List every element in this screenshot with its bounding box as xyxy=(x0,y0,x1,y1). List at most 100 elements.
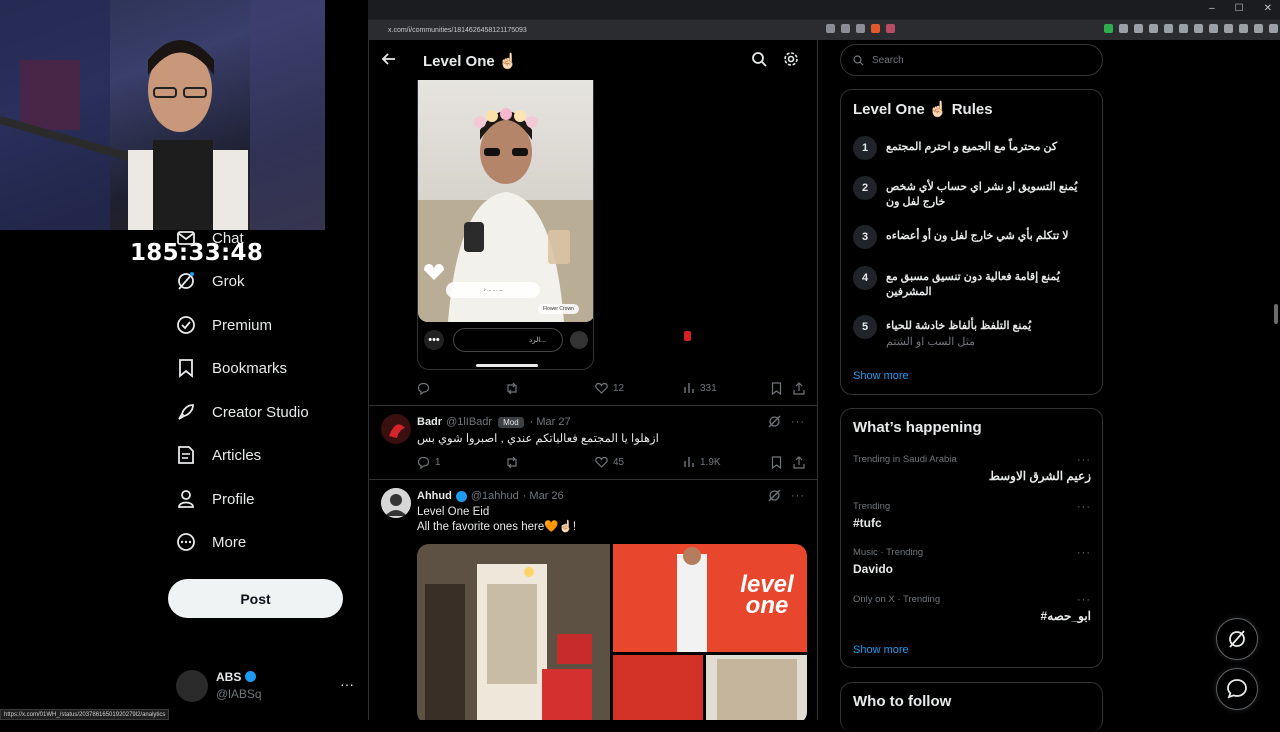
happening-show-more[interactable]: Show more xyxy=(853,644,909,656)
grok-fab[interactable] xyxy=(1216,618,1258,660)
author-name[interactable]: Badr xyxy=(417,416,442,428)
brave-shield-icon[interactable] xyxy=(871,24,880,33)
post-more-icon[interactable]: ··· xyxy=(791,490,805,502)
heart-icon xyxy=(595,456,608,468)
nav-more[interactable]: More xyxy=(176,528,246,556)
brave-rewards-icon[interactable] xyxy=(886,24,895,33)
author-handle[interactable]: @1lIBadr xyxy=(446,416,492,428)
nav-articles[interactable]: Articles xyxy=(176,441,261,469)
messages-fab[interactable] xyxy=(1216,668,1258,710)
address-bar[interactable]: x.com/i/communities/1814626458121175093 xyxy=(368,20,1280,40)
like-button[interactable]: 45 xyxy=(595,456,624,468)
cast-icon[interactable] xyxy=(826,24,835,33)
account-switcher[interactable]: ABS @lABSq ··· xyxy=(176,668,356,704)
page-scrollbar[interactable] xyxy=(1274,304,1278,324)
back-arrow-icon[interactable] xyxy=(381,51,397,67)
share-button[interactable] xyxy=(793,456,805,469)
close-window-button[interactable]: ✕ xyxy=(1264,3,1272,14)
extension-icon[interactable] xyxy=(1179,24,1188,33)
bookmark-icon xyxy=(771,456,782,469)
more-circle-icon xyxy=(176,532,196,552)
heart-icon xyxy=(595,382,608,394)
avatar[interactable] xyxy=(381,488,411,518)
trend-item[interactable]: Trending in Saudi Arabia زعيم الشرق الاو… xyxy=(853,454,1091,483)
nav-profile[interactable]: Profile xyxy=(176,485,255,513)
trend-item[interactable]: Trending #tufc ··· xyxy=(853,501,1091,530)
search-placeholder: Search xyxy=(872,54,904,66)
post-date[interactable]: · Mar 26 xyxy=(523,490,564,502)
url-text[interactable]: x.com/i/communities/1814626458121175093 xyxy=(388,27,527,34)
address-bar-icons xyxy=(826,24,895,33)
minimize-button[interactable]: – xyxy=(1209,3,1215,14)
nav-creator-studio[interactable]: Creator Studio xyxy=(176,398,309,426)
extension-icon[interactable] xyxy=(1164,24,1173,33)
post-media-grid[interactable]: level one xyxy=(417,544,807,720)
post-actions: 1 45 1.9K xyxy=(417,456,807,474)
bookmark-button[interactable] xyxy=(771,456,782,469)
post-header-icons: ··· xyxy=(768,489,805,502)
reply-button[interactable] xyxy=(417,382,435,395)
post-media-image[interactable]: ♪ ... ... ... Flower Crown ••• الرد... xyxy=(417,80,594,370)
grok-explain-icon[interactable] xyxy=(768,415,781,428)
nav-grok[interactable]: Grok xyxy=(176,267,245,295)
post-more-icon[interactable]: ··· xyxy=(791,416,805,428)
nav-label-chat: Chat xyxy=(212,229,244,247)
search-icon[interactable] xyxy=(751,51,767,67)
like-button[interactable]: 12 xyxy=(595,382,624,394)
views-button[interactable]: 331 xyxy=(683,382,717,394)
story-emoji-icon xyxy=(570,331,588,349)
extension-icon[interactable] xyxy=(1119,24,1128,33)
nav-label-profile: Profile xyxy=(212,490,255,508)
verified-icon xyxy=(455,490,467,502)
nav-label-more: More xyxy=(212,533,247,551)
rules-card: Level One ☝🏻 Rules 1 كن محترماً مع الجمي… xyxy=(840,89,1103,395)
author-handle[interactable]: @1ahhud xyxy=(471,490,519,502)
trend-item[interactable]: Music · Trending Davido ··· xyxy=(853,547,1091,576)
extension-icon[interactable] xyxy=(1149,24,1158,33)
vpn-icon[interactable] xyxy=(1254,24,1263,33)
gear-icon[interactable] xyxy=(783,51,799,67)
trend-more-icon[interactable]: ··· xyxy=(1077,454,1091,466)
repost-button[interactable] xyxy=(505,382,519,395)
author-name[interactable]: Ahhud xyxy=(417,490,452,502)
repost-button[interactable] xyxy=(505,456,519,469)
trend-more-icon[interactable]: ··· xyxy=(1077,547,1091,559)
repost-icon xyxy=(507,456,517,469)
grok-explain-icon[interactable] xyxy=(768,489,781,502)
search-input[interactable]: Search xyxy=(840,44,1103,76)
rules-show-more[interactable]: Show more xyxy=(853,370,909,382)
nav-premium[interactable]: Premium xyxy=(176,311,272,339)
repost-icon xyxy=(507,382,517,395)
post-date[interactable]: · Mar 27 xyxy=(530,416,571,428)
nav-chat[interactable]: Chat xyxy=(176,224,244,252)
nav-label-creator-studio: Creator Studio xyxy=(212,403,309,421)
post-header-icons: ··· xyxy=(768,415,805,428)
trend-item[interactable]: Only on X · Trending #ابو_حصه ··· xyxy=(853,594,1091,623)
extension-icon[interactable] xyxy=(1209,24,1218,33)
community-header: Level One ☝🏻 xyxy=(369,40,817,80)
trend-title: زعيم الشرق الاوسط xyxy=(988,469,1091,483)
extension-icon[interactable] xyxy=(1104,24,1113,33)
rule-item: 5 يُمنع التلفظ بألفاظ خادشة للحياء مثل ا… xyxy=(853,315,1093,355)
home-indicator xyxy=(476,364,538,367)
zoom-icon[interactable] xyxy=(841,24,850,33)
post-button[interactable]: Post xyxy=(168,579,343,618)
account-more-button[interactable]: ··· xyxy=(340,676,354,692)
nav-bookmarks[interactable]: Bookmarks xyxy=(176,354,287,382)
sidebar-icon[interactable] xyxy=(1224,24,1233,33)
bookmark-button[interactable] xyxy=(771,382,782,395)
avatar[interactable] xyxy=(381,414,411,444)
extension-icon[interactable] xyxy=(1134,24,1143,33)
maximize-button[interactable]: ☐ xyxy=(1235,3,1244,14)
trend-more-icon[interactable]: ··· xyxy=(1077,594,1091,606)
shield-icon[interactable] xyxy=(1269,24,1278,33)
views-button[interactable]: 1.9K xyxy=(683,456,721,468)
trend-context: Trending in Saudi Arabia xyxy=(853,454,957,465)
share-button[interactable] xyxy=(793,382,805,395)
reply-button[interactable]: 1 xyxy=(417,456,441,469)
trend-title: #ابو_حصه xyxy=(1040,609,1092,623)
trend-more-icon[interactable]: ··· xyxy=(1077,501,1091,513)
share-icon[interactable] xyxy=(856,24,865,33)
wallet-icon[interactable] xyxy=(1239,24,1248,33)
extension-icon[interactable] xyxy=(1194,24,1203,33)
